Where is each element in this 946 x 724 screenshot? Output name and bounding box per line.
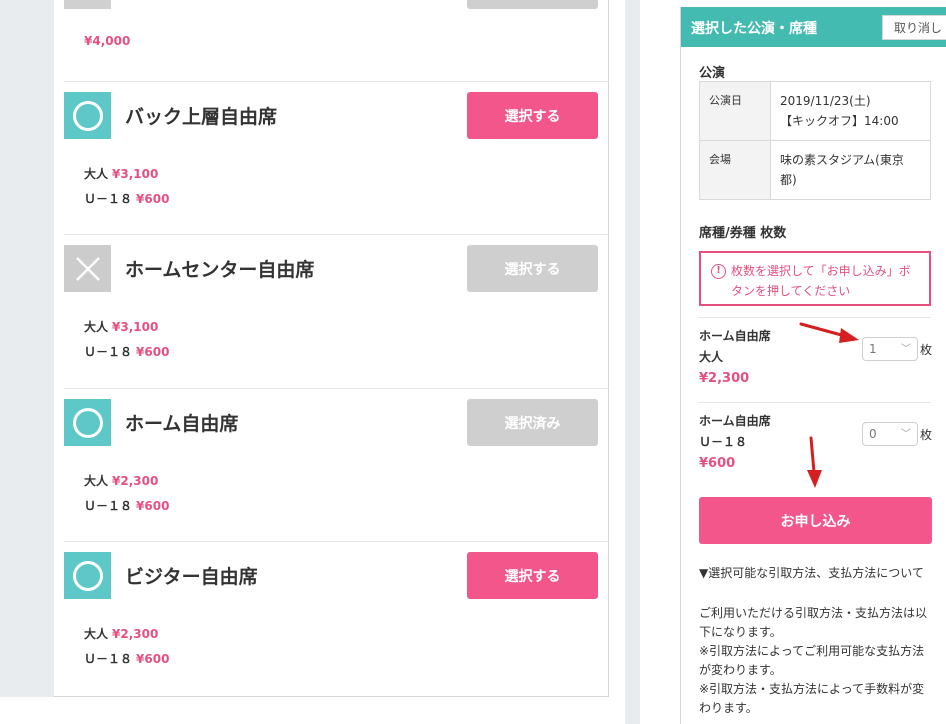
- seat-row: バック上層自由席 選択する 大人 ¥3,100 Ｕ－１８ ¥600: [64, 81, 609, 234]
- performance-heading: 公演: [699, 66, 726, 81]
- quantity-select[interactable]: 0 ﹀: [862, 422, 918, 446]
- seat-name: ホーム自由席: [125, 413, 239, 435]
- circle-icon: [64, 399, 111, 446]
- cancel-button[interactable]: 取り消し: [882, 15, 946, 40]
- cross-icon: [64, 245, 111, 292]
- alert-circle-icon: !: [711, 264, 726, 279]
- venue-value: 味の素スタジアム(東京 都): [770, 140, 931, 200]
- select-button[interactable]: 選択する: [467, 92, 598, 139]
- seat-row: ホーム自由席 選択済み 大人 ¥2,300 Ｕ－１８ ¥600: [64, 388, 609, 541]
- ticket-price: ¥600: [699, 456, 736, 471]
- notice-box: ! 枚数を選択して「お申し込み」ボ タンを押してください: [699, 251, 931, 306]
- circle-icon: [64, 552, 111, 599]
- sidebar-header: 選択した公演・席種 取り消し: [681, 7, 946, 47]
- apply-button[interactable]: お申し込み: [699, 497, 932, 544]
- previous-seat-button[interactable]: [467, 0, 598, 9]
- select-button-disabled[interactable]: 選択する: [467, 245, 598, 292]
- seat-prices: 大人 ¥2,300 Ｕ－１８ ¥600: [84, 474, 170, 513]
- selected-button[interactable]: 選択済み: [467, 399, 598, 446]
- seat-row: ホームセンター自由席 選択する 大人 ¥3,100 Ｕ－１８ ¥600: [64, 234, 609, 388]
- quantity-unit: 枚: [920, 428, 933, 442]
- seat-name: ホームセンター自由席: [125, 259, 315, 281]
- seat-ticket-heading: 席種/券種 枚数: [699, 226, 787, 241]
- middle-gutter: [625, 0, 640, 724]
- venue-label: 会場: [699, 140, 771, 200]
- seat-prices: 大人 ¥2,300 Ｕ－１８ ¥600: [84, 627, 170, 666]
- left-gutter: [0, 0, 54, 724]
- chevron-down-icon: ﹀: [901, 344, 911, 355]
- previous-seat-price: ¥4,000: [84, 34, 131, 48]
- methods-heading: ▼選択可能な引取方法、支払方法について: [699, 566, 924, 580]
- selection-sidebar: 選択した公演・席種 取り消し 公演 公演日 2019/11/23(土) 【キックオ…: [680, 7, 946, 724]
- seat-prices: 大人 ¥3,100 Ｕ－１８ ¥600: [84, 320, 170, 359]
- seat-name: ビジター自由席: [125, 566, 258, 588]
- performance-table: 公演日 2019/11/23(土) 【キックオフ】14:00 会場 味の素スタジア…: [699, 81, 931, 200]
- quantity-unit: 枚: [920, 343, 933, 357]
- previous-seat-icon: [64, 0, 111, 9]
- ticket-row-adult: ホーム自由席 大人 ¥2,300 1 ﹀ 枚: [699, 326, 939, 389]
- chevron-down-icon: ﹀: [901, 429, 911, 440]
- date-value: 2019/11/23(土) 【キックオフ】14:00: [770, 81, 931, 141]
- ticket-row-u18: ホーム自由席 Ｕ－１８ ¥600 0 ﹀ 枚: [699, 411, 939, 474]
- seat-name: バック上層自由席: [125, 106, 278, 128]
- sidebar-title: 選択した公演・席種: [691, 21, 817, 37]
- select-button[interactable]: 選択する: [467, 552, 598, 599]
- methods-description: ご利用いただける引取方法・支払方法は以 下になります。 ※引取方法によってご利用…: [699, 606, 928, 715]
- date-label: 公演日: [699, 81, 771, 141]
- circle-icon: [64, 92, 111, 139]
- seat-prices: 大人 ¥3,100 Ｕ－１８ ¥600: [84, 167, 170, 206]
- seat-row: ビジター自由席 選択する 大人 ¥2,300 Ｕ－１８ ¥600: [64, 541, 609, 697]
- ticket-price: ¥2,300: [699, 371, 750, 386]
- quantity-select[interactable]: 1 ﹀: [862, 337, 918, 361]
